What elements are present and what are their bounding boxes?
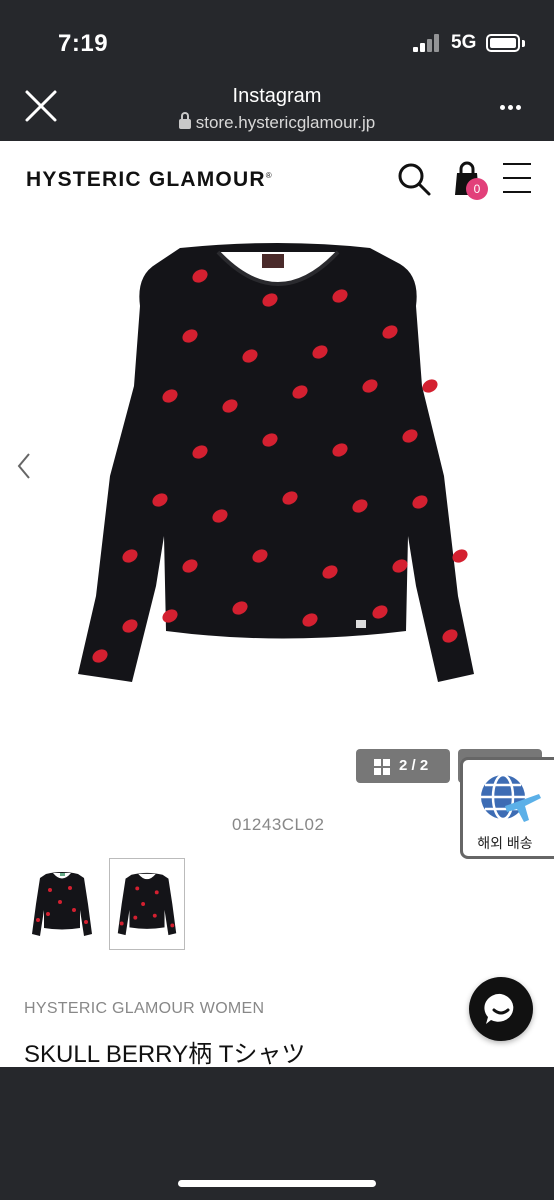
chevron-left-icon[interactable] [14, 452, 34, 480]
signal-icon [413, 34, 443, 52]
thumbnail-2-image [117, 872, 177, 936]
more-icon[interactable] [500, 97, 524, 115]
url-text: store.hystericglamour.jp [195, 113, 376, 132]
brand-line: HYSTERIC GLAMOUR WOMEN [24, 1000, 265, 1017]
gallery-counter-button[interactable]: 2 / 2 [356, 749, 450, 783]
battery-icon [486, 34, 520, 52]
browser-top-bar: 7:19 5G Instagram store.hystericglamour.… [0, 0, 554, 141]
home-indicator[interactable] [178, 1180, 376, 1187]
menu-icon[interactable] [503, 163, 531, 193]
overseas-shipping-button[interactable]: 해외 배송 [460, 757, 554, 859]
thumbnail-1-image [32, 872, 92, 936]
battery-tip [522, 40, 525, 47]
overseas-shipping-label: 해외 배송 [477, 835, 533, 851]
search-icon[interactable] [396, 161, 432, 197]
product-sku: 01243CL02 [232, 815, 325, 834]
url-bar[interactable]: store.hystericglamour.jp [0, 112, 554, 133]
grid-icon [374, 759, 390, 775]
cart-count-badge: 0 [466, 178, 488, 200]
product-name: SKULL BERRY柄 Tシャツ [24, 1041, 306, 1068]
network-type: 5G [451, 32, 477, 53]
lock-icon [178, 112, 191, 129]
chat-icon [484, 993, 514, 1024]
globe-plane-icon [481, 773, 541, 822]
chat-button[interactable] [469, 977, 533, 1041]
site-logo[interactable]: HYSTERIC GLAMOUR® [26, 168, 273, 192]
product-image[interactable] [70, 236, 486, 692]
browser-title: Instagram [232, 85, 322, 107]
product-thumbnail[interactable] [24, 858, 100, 950]
gallery-counter: 2 / 2 [399, 757, 429, 774]
product-thumbnail-selected[interactable] [109, 858, 185, 950]
status-time: 7:19 [58, 30, 109, 57]
